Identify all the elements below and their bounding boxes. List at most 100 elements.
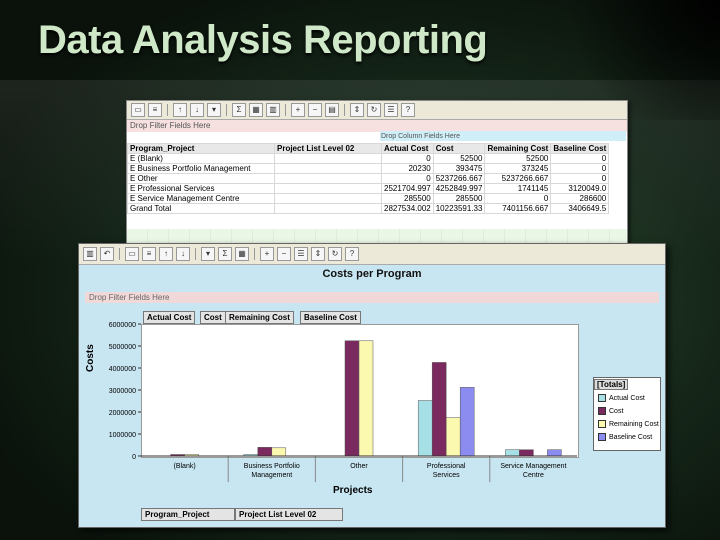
x-tick-label: Professional bbox=[427, 463, 466, 470]
y-axis-label: Costs bbox=[85, 344, 96, 372]
legend-item: Remaining Cost bbox=[598, 420, 659, 428]
refresh-icon[interactable]: ↻ bbox=[367, 103, 381, 117]
pivot-table: Program_Project Project List Level 02 Ac… bbox=[127, 143, 610, 214]
legend-swatch-baseline-cost bbox=[598, 433, 606, 441]
header-actual-cost[interactable]: Actual Cost bbox=[381, 143, 434, 154]
pivot-table-window: ▭ ≡ ↑ ↓ ▾ Σ ▦ ▥ + − ▤ ⇕ ↻ ☰ ? Drop Filte… bbox=[126, 100, 628, 248]
cell bbox=[274, 163, 382, 174]
cell: 2521704.997 bbox=[381, 183, 434, 194]
filter-icon[interactable]: ▾ bbox=[207, 103, 221, 117]
cell: 285500 bbox=[381, 193, 434, 204]
x-tick-label: Centre bbox=[523, 472, 544, 479]
header-cost[interactable]: Cost bbox=[432, 143, 486, 154]
cell: 3406649.5 bbox=[550, 203, 610, 214]
expand-icon[interactable]: + bbox=[291, 103, 305, 117]
bar-remaining-cost bbox=[271, 447, 287, 457]
legend-title[interactable]: [Totals] bbox=[594, 379, 629, 390]
x-tick-label: Business Portfolio bbox=[244, 463, 300, 470]
bar-remaining-cost bbox=[358, 340, 374, 457]
bar-cost bbox=[431, 362, 447, 457]
x-tick-label: Management bbox=[251, 472, 292, 479]
table-row[interactable]: E Other 0 5237266.667 5237266.667 0 bbox=[127, 173, 610, 184]
x-tick-label: Service Management bbox=[500, 463, 566, 470]
cell: 286600 bbox=[550, 193, 610, 204]
pivot-chart-window: ▥ ↶ ▭ ≡ ↑ ↓ ▾ Σ ▦ + − ☰ ⇕ ↻ ? Costs per … bbox=[78, 243, 666, 528]
cell bbox=[274, 173, 382, 184]
x-axis-label: Projects bbox=[333, 485, 373, 496]
cell: 2827534.002 bbox=[381, 203, 434, 214]
cell: 5237266.667 bbox=[484, 173, 552, 184]
legend-swatch-remaining-cost bbox=[598, 420, 606, 428]
row-label[interactable]: E Other bbox=[127, 173, 275, 184]
table-row[interactable]: E (Blank) 0 52500 52500 0 bbox=[127, 153, 610, 164]
y-tick-label: 1000000 bbox=[109, 432, 136, 439]
cell: 5237266.667 bbox=[432, 173, 486, 184]
cell bbox=[274, 193, 382, 204]
bar-actual-cost bbox=[417, 400, 433, 457]
header-project-list-level[interactable]: Project List Level 02 bbox=[274, 143, 382, 154]
header-remaining-cost[interactable]: Remaining Cost bbox=[484, 143, 552, 154]
bar-cost bbox=[257, 447, 273, 457]
calc-icon[interactable]: ▦ bbox=[249, 103, 263, 117]
cell bbox=[274, 153, 382, 164]
row-label[interactable]: E Professional Services bbox=[127, 183, 275, 194]
sort-descending-icon[interactable]: ↓ bbox=[190, 103, 204, 117]
y-tick-label: 2000000 bbox=[109, 410, 136, 417]
slide-title: Data Analysis Reporting bbox=[38, 18, 488, 62]
y-tick-label: 4000000 bbox=[109, 366, 136, 373]
cell: 4252849.997 bbox=[432, 183, 486, 194]
header-program-project[interactable]: Program_Project bbox=[127, 143, 275, 154]
sort-ascending-icon[interactable]: ↑ bbox=[173, 103, 187, 117]
x-tick-label: Services bbox=[433, 472, 460, 479]
row-label[interactable]: E Service Management Centre bbox=[127, 193, 275, 204]
toolbar-separator bbox=[285, 104, 286, 116]
y-tick-label: 6000000 bbox=[109, 322, 136, 329]
row-field-program-project[interactable]: Program_Project bbox=[141, 508, 235, 521]
autosum-icon[interactable]: Σ bbox=[232, 103, 246, 117]
help-icon[interactable]: ? bbox=[401, 103, 415, 117]
cell: 0 bbox=[550, 163, 610, 174]
bar-remaining-cost bbox=[445, 417, 461, 457]
cell: 7401156.667 bbox=[484, 203, 552, 214]
pivot-header-row: Program_Project Project List Level 02 Ac… bbox=[127, 143, 610, 154]
export-icon[interactable]: ≡ bbox=[148, 103, 162, 117]
cell: 20230 bbox=[381, 163, 434, 174]
hide-details-icon[interactable]: ▤ bbox=[325, 103, 339, 117]
legend-label: Cost bbox=[609, 407, 624, 415]
bar-cost bbox=[344, 340, 360, 457]
x-tick-label: Other bbox=[350, 463, 368, 470]
header-baseline-cost[interactable]: Baseline Cost bbox=[550, 143, 610, 154]
table-row[interactable]: E Business Portfolio Management 20230 393… bbox=[127, 163, 610, 174]
collapse-icon[interactable]: − bbox=[308, 103, 322, 117]
pivot-toolbar: ▭ ≡ ↑ ↓ ▾ Σ ▦ ▥ + − ▤ ⇕ ↻ ☰ ? bbox=[127, 101, 627, 120]
row-label[interactable]: E Business Portfolio Management bbox=[127, 163, 275, 174]
legend-label: Remaining Cost bbox=[609, 420, 659, 428]
cell: 52500 bbox=[432, 153, 486, 164]
bar-actual-cost bbox=[505, 449, 520, 457]
column-drop-label: Drop Column Fields Here bbox=[381, 133, 460, 140]
cell: 0 bbox=[381, 153, 434, 164]
bar-baseline-cost bbox=[547, 449, 562, 457]
cell: 0 bbox=[381, 173, 434, 184]
table-row[interactable]: E Service Management Centre 285500 285500… bbox=[127, 193, 610, 204]
toolbar-separator bbox=[167, 104, 168, 116]
cell bbox=[274, 183, 382, 194]
copy-icon[interactable]: ▭ bbox=[131, 103, 145, 117]
row-field-project-list-level[interactable]: Project List Level 02 bbox=[235, 508, 343, 521]
move-field-icon[interactable]: ⇕ bbox=[350, 103, 364, 117]
legend-item: Actual Cost bbox=[598, 394, 645, 402]
table-row[interactable]: Grand Total 2827534.002 10223591.33 74011… bbox=[127, 203, 610, 214]
cell: 52500 bbox=[484, 153, 552, 164]
field-list-icon[interactable]: ☰ bbox=[384, 103, 398, 117]
cell: 10223591.33 bbox=[432, 203, 486, 214]
chart-icon[interactable]: ▥ bbox=[266, 103, 280, 117]
legend-label: Baseline Cost bbox=[609, 433, 653, 441]
cell: 393475 bbox=[432, 163, 486, 174]
row-label[interactable]: Grand Total bbox=[127, 203, 275, 214]
row-label[interactable]: E (Blank) bbox=[127, 153, 275, 164]
cell: 1741145 bbox=[484, 183, 552, 194]
cell: 285500 bbox=[432, 193, 486, 204]
table-row[interactable]: E Professional Services 2521704.997 42528… bbox=[127, 183, 610, 194]
cell: 0 bbox=[484, 193, 552, 204]
y-tick-label: 5000000 bbox=[109, 344, 136, 351]
